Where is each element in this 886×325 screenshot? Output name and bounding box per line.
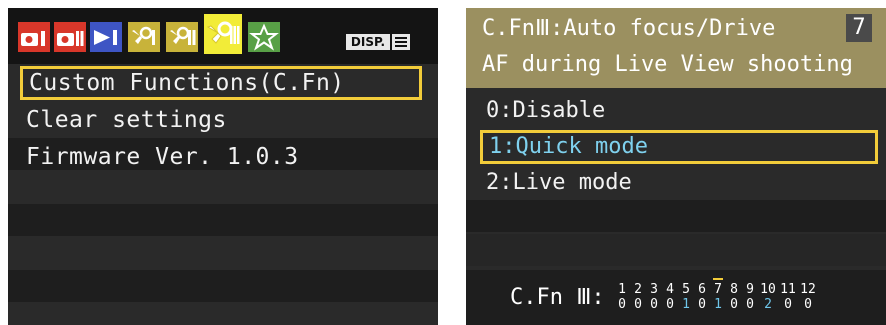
function-settings-summary: C.Fn Ⅲ: 1 0 2 0 3 0 4 0 5 1 6 0 7 1 8 0 9 0 10 2 11 0 12 0 xyxy=(466,270,886,325)
function-number-label: 10 xyxy=(760,282,776,297)
function-value: 0 xyxy=(784,297,792,312)
summary-label: C.Fn Ⅲ: xyxy=(510,285,605,310)
function-number-label: 4 xyxy=(666,282,674,297)
function-column: 60 xyxy=(694,282,710,312)
function-column: 11 0 xyxy=(778,282,798,312)
function-value: 2 xyxy=(764,297,772,312)
menu-item-firmware-version[interactable]: Firmware Ver. 1.0.3 xyxy=(20,140,422,174)
my-menu-tab[interactable] xyxy=(248,22,280,52)
background-stripe xyxy=(8,204,438,236)
function-number-label: 3 xyxy=(650,282,658,297)
function-number-label: 7 xyxy=(714,282,722,297)
setup-menu-2-icon xyxy=(166,22,198,52)
background-stripe xyxy=(8,270,438,302)
my-menu-icon xyxy=(248,22,280,52)
function-column: 51 xyxy=(678,282,694,312)
function-column: 71 xyxy=(710,278,726,312)
function-number: 7 xyxy=(846,14,872,42)
custom-function-screen: C.FnⅢ:Auto focus/Drive 7 AF during Live … xyxy=(466,8,886,325)
background-stripe xyxy=(466,234,886,266)
function-number-label: 5 xyxy=(682,282,690,297)
menu-item-clear-settings[interactable]: Clear settings xyxy=(20,103,422,137)
setup-menu-3-tab[interactable] xyxy=(204,14,242,54)
function-value-columns: 1 0 2 0 3 0 4 0 5 1 6 0 7 1 8 0 9 0 10 2 11 0 12 0 xyxy=(614,278,818,312)
function-number-label: 8 xyxy=(730,282,738,297)
function-value: 1 xyxy=(714,297,722,312)
function-value: 1 xyxy=(682,297,690,312)
function-number-label: 9 xyxy=(746,282,754,297)
function-column: 10 2 xyxy=(758,282,778,312)
playback-menu-icon xyxy=(90,22,122,52)
info-grid-icon xyxy=(392,34,410,50)
function-title: AF during Live View shooting xyxy=(482,52,853,77)
function-number-label: 2 xyxy=(634,282,642,297)
background-stripe xyxy=(466,200,886,232)
function-column: 12 0 xyxy=(798,282,818,312)
menu-item-custom-functions[interactable]: Custom Functions(C.Fn) xyxy=(20,66,422,100)
playback-menu-tab[interactable] xyxy=(90,22,122,52)
function-value: 0 xyxy=(634,297,642,312)
option-disable[interactable]: 0:Disable xyxy=(480,94,878,128)
function-header: C.FnⅢ:Auto focus/Drive 7 AF during Live … xyxy=(466,8,886,88)
function-value: 0 xyxy=(804,297,812,312)
function-number-label: 11 xyxy=(780,282,796,297)
function-number-label: 6 xyxy=(698,282,706,297)
function-value: 0 xyxy=(618,297,626,312)
setup-menu-1-tab[interactable] xyxy=(128,22,160,52)
setup-menu-2-tab[interactable] xyxy=(166,22,198,52)
option-live-mode[interactable]: 2:Live mode xyxy=(480,166,878,200)
shooting-menu-2-tab[interactable] xyxy=(54,22,86,52)
function-group-title: C.FnⅢ:Auto focus/Drive xyxy=(482,16,776,41)
function-value: 0 xyxy=(698,297,706,312)
function-column: 90 xyxy=(742,282,758,312)
menu-tab-bar: DISP. xyxy=(8,8,438,64)
function-number-label: 12 xyxy=(800,282,816,297)
setup-menu-3-icon xyxy=(204,14,242,54)
function-column: 10 xyxy=(614,282,630,312)
shooting-menu-1-tab[interactable] xyxy=(18,22,50,52)
function-column: 30 xyxy=(646,282,662,312)
function-column: 20 xyxy=(630,282,646,312)
function-column: 80 xyxy=(726,282,742,312)
function-value: 0 xyxy=(650,297,658,312)
camera-menu-screen: DISP. Custom Functions(C.Fn) Clear setti… xyxy=(8,8,438,325)
function-value: 0 xyxy=(666,297,674,312)
function-value: 0 xyxy=(730,297,738,312)
disp-button-icon: DISP. xyxy=(346,34,390,50)
setup-menu-1-icon xyxy=(128,22,160,52)
option-quick-mode[interactable]: 1:Quick mode xyxy=(480,130,878,164)
function-value: 0 xyxy=(746,297,754,312)
function-column: 40 xyxy=(662,282,678,312)
shooting-menu-2-icon xyxy=(54,22,86,52)
function-number-label: 1 xyxy=(618,282,626,297)
shooting-menu-1-icon xyxy=(18,22,50,52)
